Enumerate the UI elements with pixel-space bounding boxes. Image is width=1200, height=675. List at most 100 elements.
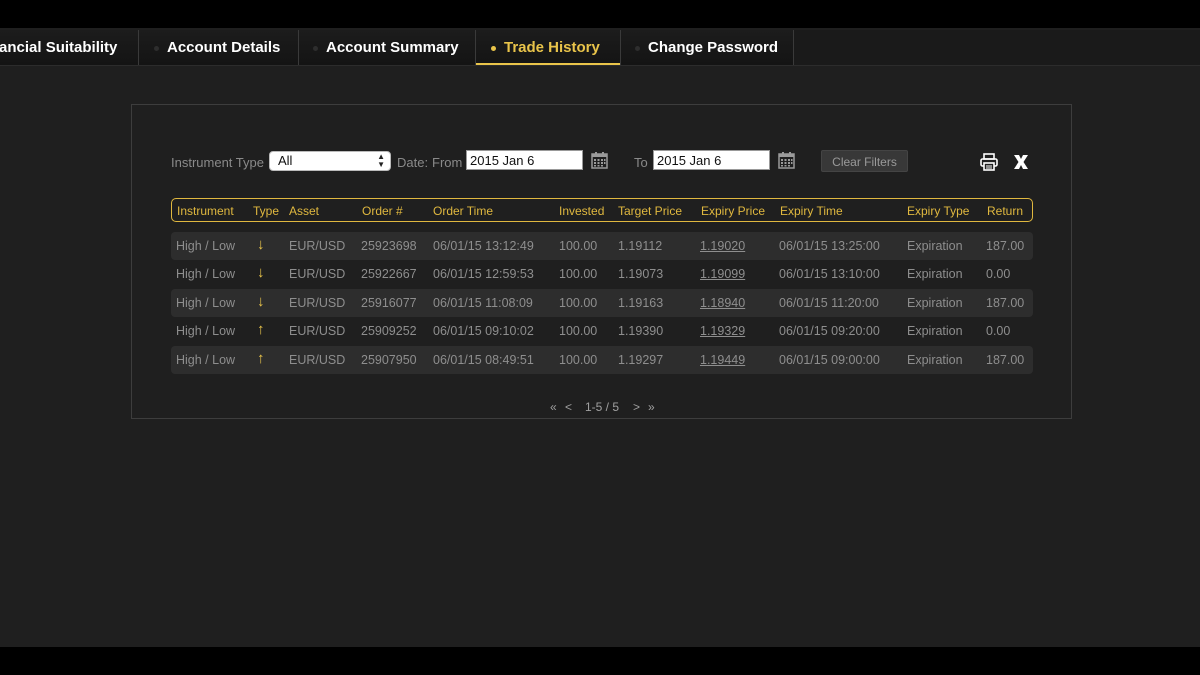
- tab-change-password[interactable]: Change Password: [621, 30, 794, 65]
- cell-order-time: 06/01/15 12:59:53: [433, 267, 534, 281]
- cell-expiry-price-link[interactable]: 1.19099: [700, 267, 745, 281]
- table-row: High / Low ↓ EUR/USD 25923698 06/01/15 1…: [171, 232, 1033, 260]
- to-date-input[interactable]: [653, 150, 770, 170]
- cell-instrument: High / Low: [176, 296, 236, 310]
- next-page-button[interactable]: >: [633, 400, 640, 414]
- cell-expiry-price-link[interactable]: 1.19329: [700, 324, 745, 338]
- cell-invested: 100.00: [559, 353, 598, 367]
- col-asset[interactable]: Asset: [289, 204, 319, 218]
- cell-expiry-time: 06/01/15 13:10:00: [779, 267, 880, 281]
- tab-label: ancial Suitability: [0, 39, 118, 56]
- cell-instrument: High / Low: [176, 239, 236, 253]
- excel-export-icon[interactable]: [1011, 152, 1031, 172]
- tab-dot-icon: [313, 46, 318, 51]
- cell-instrument: High / Low: [176, 324, 236, 338]
- table-row: High / Low ↓ EUR/USD 25922667 06/01/15 1…: [171, 260, 1033, 288]
- col-return[interactable]: Return: [987, 204, 1023, 218]
- from-date-input[interactable]: [466, 150, 583, 170]
- clear-filters-button[interactable]: Clear Filters: [821, 150, 908, 172]
- col-expiry-price[interactable]: Expiry Price: [701, 204, 765, 218]
- cell-target-price: 1.19390: [618, 324, 664, 338]
- cell-order-number: 25922667: [361, 267, 417, 281]
- first-page-button[interactable]: «: [550, 400, 557, 414]
- col-order-number[interactable]: Order #: [362, 204, 403, 218]
- cell-expiry-time: 06/01/15 11:20:00: [779, 296, 879, 310]
- cell-expiry-time: 06/01/15 09:20:00: [779, 324, 880, 338]
- instrument-type-label: Instrument Type: [171, 155, 264, 170]
- table-row: High / Low ↑ EUR/USD 25909252 06/01/15 0…: [171, 317, 1033, 345]
- cell-order-time: 06/01/15 09:10:02: [433, 324, 534, 338]
- cell-expiry-time: 06/01/15 09:00:00: [779, 353, 880, 367]
- cell-invested: 100.00: [559, 239, 598, 253]
- print-icon[interactable]: [979, 152, 999, 172]
- cell-expiry-price-link[interactable]: 1.19020: [700, 239, 745, 253]
- trade-history-panel: Instrument Type All ▲▼ Date: From To: [131, 104, 1072, 419]
- cell-expiry-type: Expiration: [907, 267, 963, 281]
- down-arrow-icon: ↓: [257, 293, 265, 310]
- cell-return: 0.00: [986, 267, 1011, 281]
- prev-page-button[interactable]: <: [565, 400, 572, 414]
- cell-target-price: 1.19297: [618, 353, 664, 367]
- cell-asset: EUR/USD: [289, 267, 346, 281]
- col-expiry-time[interactable]: Expiry Time: [780, 204, 843, 218]
- cell-return: 187.00: [986, 353, 1025, 367]
- cell-order-time: 06/01/15 08:49:51: [433, 353, 534, 367]
- last-page-button[interactable]: »: [648, 400, 655, 414]
- tab-label: Account Details: [167, 39, 281, 56]
- sort-arrows-icon: ▲ ▼: [377, 152, 385, 169]
- tab-label: Account Summary: [326, 39, 459, 56]
- cell-expiry-type: Expiration: [907, 296, 963, 310]
- to-label: To: [634, 155, 648, 170]
- col-target-price[interactable]: Target Price: [618, 204, 682, 218]
- col-type[interactable]: Type: [253, 204, 279, 218]
- tab-account-details[interactable]: Account Details: [139, 30, 299, 65]
- cell-expiry-price-link[interactable]: 1.18940: [700, 296, 745, 310]
- cell-expiry-time: 06/01/15 13:25:00: [779, 239, 880, 253]
- page-range: 1-5 / 5: [585, 400, 620, 414]
- cell-instrument: High / Low: [176, 267, 236, 281]
- app-window: ancial Suitability Account Details Accou…: [0, 28, 1200, 647]
- cell-target-price: 1.19163: [618, 296, 664, 310]
- instrument-type-select[interactable]: All ▲ ▼: [269, 151, 391, 171]
- cell-expiry-type: Expiration: [907, 324, 963, 338]
- cell-asset: EUR/USD: [289, 324, 346, 338]
- down-arrow-icon: ↓: [257, 264, 265, 281]
- tab-dot-icon: [154, 46, 159, 51]
- cell-asset: EUR/USD: [289, 239, 346, 253]
- cell-instrument: High / Low: [176, 353, 236, 367]
- up-arrow-icon: ↑: [257, 321, 265, 338]
- calendar-icon[interactable]: [778, 152, 795, 169]
- tab-dot-icon: [635, 46, 640, 51]
- tab-bar-filler: [794, 30, 1200, 65]
- table-row: High / Low ↓ EUR/USD 25916077 06/01/15 1…: [171, 289, 1033, 317]
- cell-order-number: 25923698: [361, 239, 417, 253]
- col-order-time[interactable]: Order Time: [433, 204, 493, 218]
- tab-account-summary[interactable]: Account Summary: [299, 30, 476, 65]
- cell-order-time: 06/01/15 11:08:09: [433, 296, 533, 310]
- cell-asset: EUR/USD: [289, 296, 346, 310]
- cell-order-number: 25907950: [361, 353, 417, 367]
- cell-invested: 100.00: [559, 267, 598, 281]
- table-row: High / Low ↑ EUR/USD 25907950 06/01/15 0…: [171, 346, 1033, 374]
- table-header: Instrument Type Asset Order # Order Time…: [171, 198, 1033, 222]
- tab-label: Trade History: [504, 39, 600, 56]
- up-arrow-icon: ↑: [257, 350, 265, 367]
- cell-target-price: 1.19112: [618, 239, 663, 253]
- tab-trade-history[interactable]: Trade History: [476, 30, 621, 65]
- from-label: From: [432, 155, 463, 170]
- cell-return: 187.00: [986, 296, 1025, 310]
- cell-invested: 100.00: [559, 324, 598, 338]
- cell-order-number: 25916077: [361, 296, 417, 310]
- col-instrument[interactable]: Instrument: [177, 204, 234, 218]
- letterbox-top: [0, 0, 1200, 28]
- col-invested[interactable]: Invested: [559, 204, 604, 218]
- calendar-icon[interactable]: [591, 152, 608, 169]
- cell-expiry-type: Expiration: [907, 239, 963, 253]
- col-expiry-type[interactable]: Expiry Type: [907, 204, 969, 218]
- cell-expiry-type: Expiration: [907, 353, 963, 367]
- tab-financial-suitability[interactable]: ancial Suitability: [0, 30, 139, 65]
- tab-bar: ancial Suitability Account Details Accou…: [0, 30, 1200, 66]
- cell-expiry-price-link[interactable]: 1.19449: [700, 353, 745, 367]
- tab-dot-icon: [491, 46, 496, 51]
- instrument-type-value: All: [278, 153, 293, 168]
